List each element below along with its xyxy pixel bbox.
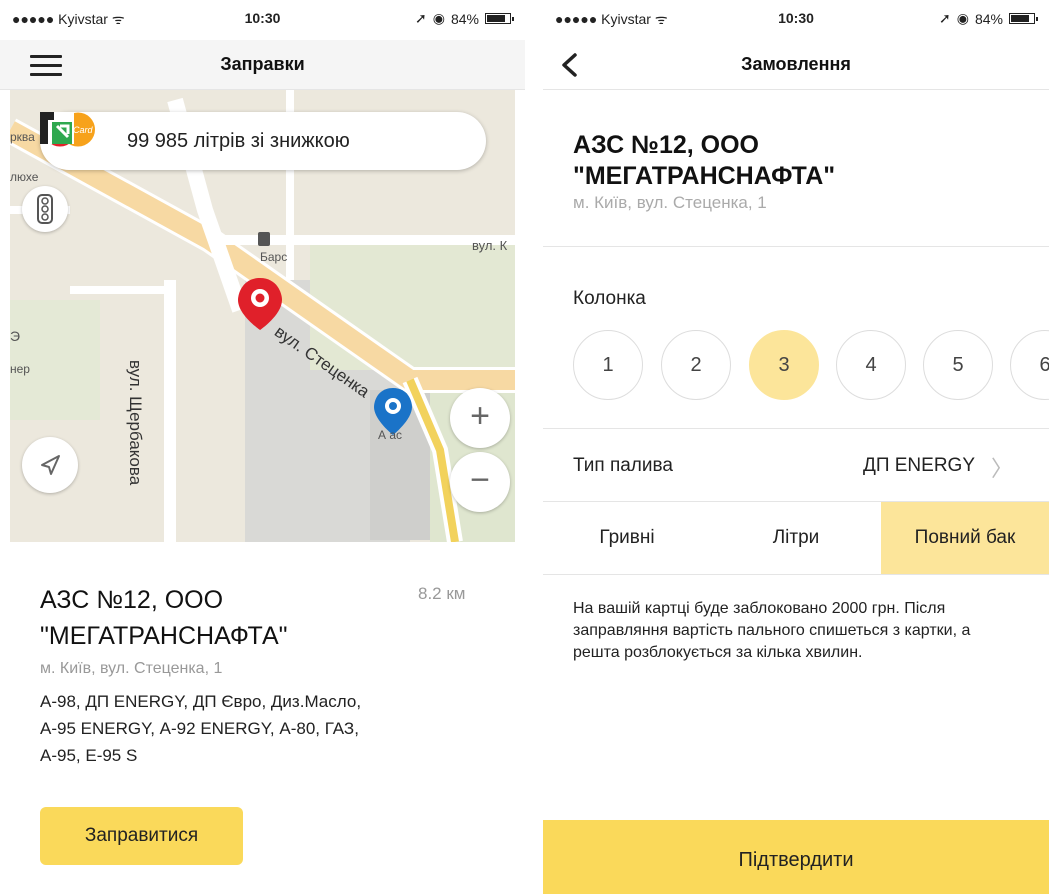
segment-liters[interactable]: Літри: [711, 502, 881, 574]
street-label-sherbakova: вул. Щербакова: [126, 360, 145, 486]
pump-option-2[interactable]: 2: [661, 330, 731, 400]
location-arrow-icon: ➚: [415, 10, 427, 26]
map-label-edge-1: рква: [10, 130, 35, 144]
fuel-type-value: ДП ENERGY: [862, 455, 975, 476]
fuel-type-label: Тип палива: [573, 455, 673, 476]
divider: [543, 574, 1049, 575]
refuel-button[interactable]: Заправитися: [40, 807, 243, 865]
map-label-edge-4: Э: [10, 328, 21, 344]
pump-option-4[interactable]: 4: [836, 330, 906, 400]
pump-option-3[interactable]: 3: [749, 330, 819, 400]
zoom-in-button[interactable]: +: [450, 388, 510, 448]
pump-option-5[interactable]: 5: [923, 330, 993, 400]
confirm-button[interactable]: Підтвердити: [543, 820, 1049, 894]
status-bar: ●●●●● Kyivstar ᯤ 10:30 ➚ ◉ 84%: [0, 0, 525, 40]
street-label-k: вул. К: [472, 238, 508, 253]
map-label-edge-2: люхе: [10, 170, 39, 184]
my-location-button[interactable]: [22, 437, 78, 493]
zoom-out-button[interactable]: −: [450, 452, 510, 512]
page-title: Заправки: [220, 54, 305, 74]
segment-full-tank[interactable]: Повний бак: [881, 502, 1049, 574]
station-name: АЗС №12, ООО "МЕГАТРАНСНАФТА": [40, 586, 288, 650]
pump-option-1[interactable]: 1: [573, 330, 643, 400]
pump-option-6[interactable]: 6: [1010, 330, 1049, 400]
battery-percent: 84%: [974, 10, 1003, 27]
divider: [543, 246, 1049, 247]
nav-bar: Заправки: [0, 40, 525, 90]
map-label-atlas: А ас: [378, 428, 403, 442]
navigation-arrow-icon: [41, 455, 60, 475]
station-address: м. Київ, вул. Стеценка, 1: [40, 660, 223, 677]
station-distance: 8.2 км: [418, 584, 466, 603]
payment-info-text: На вашій картці буде заблоковано 2000 гр…: [573, 600, 971, 661]
discount-promo-banner[interactable]: MasterCard 99 985 літрів зі знижкою: [40, 112, 486, 170]
alarm-icon: ◉: [956, 10, 969, 26]
pump-selector: 1 2 3 4 5 6: [573, 330, 1049, 400]
battery-indicator: ➚ ◉ 84%: [939, 10, 1038, 27]
promo-text: 99 985 літрів зі знижкою: [127, 130, 350, 152]
station-fuel-list: А-98, ДП ENERGY, ДП Євро, Диз.Масло, А-9…: [40, 692, 362, 765]
battery-percent: 84%: [450, 10, 479, 27]
map-label-bars: Барс: [260, 250, 288, 264]
chevron-right-icon: 〉: [990, 456, 1013, 481]
battery-icon: [485, 13, 514, 24]
traffic-toggle-button[interactable]: [22, 186, 68, 232]
nav-bar: Замовлення: [543, 40, 1049, 90]
status-bar: ●●●●● Kyivstar ᯤ 10:30 ➚ ◉ 84%: [543, 0, 1049, 40]
page-title: Замовлення: [741, 54, 851, 74]
traffic-light-icon: [37, 194, 53, 224]
stations-screen: ●●●●● Kyivstar ᯤ 10:30 ➚ ◉ 84% Заправки: [0, 0, 525, 894]
station-address: м. Київ, вул. Стеценка, 1: [573, 193, 767, 212]
alarm-icon: ◉: [432, 10, 445, 26]
order-screen: ●●●●● Kyivstar ᯤ 10:30 ➚ ◉ 84% Замовленн…: [543, 0, 1049, 894]
battery-indicator: ➚ ◉ 84%: [415, 10, 514, 27]
map-view[interactable]: Барс вул. Стеценка вул. Щербакова вул. К…: [10, 90, 515, 542]
station-name: АЗС №12, ООО "МЕГАТРАНСНАФТА": [573, 131, 836, 190]
location-arrow-icon: ➚: [939, 10, 951, 26]
brand-logo-icon: [40, 112, 74, 144]
battery-icon: [1009, 13, 1038, 24]
segment-hryvnias[interactable]: Гривні: [543, 502, 711, 574]
pump-section-label: Колонка: [573, 288, 646, 309]
map-label-edge-3: нер: [10, 362, 30, 376]
divider: [543, 428, 1049, 429]
